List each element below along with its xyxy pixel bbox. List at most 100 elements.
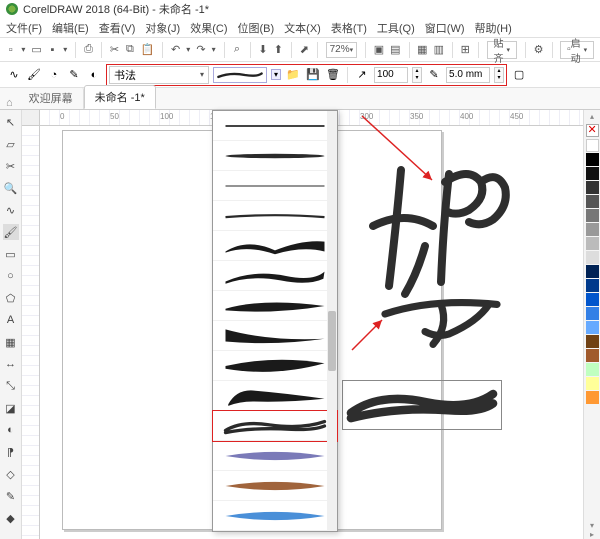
stroke-option-13[interactable]: [213, 471, 337, 501]
color-swatch-17[interactable]: [586, 377, 599, 390]
options-icon[interactable]: ⚙: [534, 42, 544, 58]
home-icon[interactable]: ⌂: [6, 97, 13, 109]
transparency-tool-icon[interactable]: ◐: [3, 422, 19, 438]
browse-icon[interactable]: 📁: [285, 67, 301, 83]
zoom-level-input[interactable]: 72%▾: [326, 42, 358, 58]
undo-dropdown-icon[interactable]: ▾: [186, 45, 190, 54]
delete-preset-icon[interactable]: 🗑: [325, 67, 341, 83]
canvas-area[interactable]: 0 50 100 150 200 250 300 350 400 450: [22, 110, 600, 539]
new-icon[interactable]: ▫: [6, 42, 15, 58]
color-swatch-3[interactable]: [586, 181, 599, 194]
color-swatch-10[interactable]: [586, 279, 599, 292]
ruler-origin[interactable]: [22, 110, 40, 126]
ellipse-tool-icon[interactable]: ○: [3, 268, 19, 284]
copy-icon[interactable]: ⧉: [125, 42, 134, 58]
stroke-option-2[interactable]: [213, 141, 337, 171]
shape-tool-icon[interactable]: ▱: [3, 136, 19, 152]
color-swatch-1[interactable]: [586, 153, 599, 166]
new-dropdown-icon[interactable]: ▾: [21, 45, 25, 54]
print-icon[interactable]: ⎙: [84, 42, 93, 58]
width-spinner[interactable]: ▴▾: [494, 67, 504, 83]
stroke-dropdown-icon[interactable]: ▾: [271, 69, 281, 80]
snap-dropdown[interactable]: 贴齐 ▾: [487, 41, 518, 59]
paste-icon[interactable]: 📋: [141, 42, 155, 58]
color-swatch-9[interactable]: [586, 265, 599, 278]
publish-icon[interactable]: ⬈: [300, 42, 309, 58]
stroke-option-5[interactable]: [213, 231, 337, 261]
palette-flyout-icon[interactable]: ▸: [590, 530, 594, 539]
launch-dropdown[interactable]: ▫ 启动 ▾: [560, 41, 594, 59]
crop-tool-icon[interactable]: ✂: [3, 158, 19, 174]
pick-tool-icon[interactable]: ↖: [3, 114, 19, 130]
save-dropdown-icon[interactable]: ▾: [63, 45, 67, 54]
color-swatch-11[interactable]: [586, 293, 599, 306]
preset-combo[interactable]: 书法 ▾: [109, 66, 209, 84]
menu-effects[interactable]: 效果(C): [190, 20, 227, 36]
zoom-tool-icon[interactable]: 🔍: [3, 180, 19, 196]
width-input[interactable]: 5.0 mm: [446, 67, 490, 83]
bounding-icon[interactable]: ▢: [511, 67, 527, 83]
stroke-option-8[interactable]: [213, 321, 337, 351]
search-icon[interactable]: ⌕: [232, 42, 241, 58]
freehand-tool-icon[interactable]: ∿: [3, 202, 19, 218]
color-swatch-12[interactable]: [586, 307, 599, 320]
pressure-icon[interactable]: ◐: [86, 67, 102, 83]
color-swatch-14[interactable]: [586, 335, 599, 348]
spray-icon[interactable]: ◔: [46, 67, 62, 83]
stroke-preview-combo[interactable]: [213, 67, 267, 83]
import-icon[interactable]: ⬇: [258, 42, 267, 58]
align-icon[interactable]: ⊞: [461, 42, 470, 58]
export-icon[interactable]: ⬆: [274, 42, 283, 58]
guides-icon[interactable]: ▥: [434, 42, 444, 58]
save-icon[interactable]: ▪: [48, 42, 57, 58]
menu-help[interactable]: 帮助(H): [475, 20, 512, 36]
tab-welcome[interactable]: 欢迎屏幕: [19, 87, 84, 109]
tab-document[interactable]: 未命名 -1*: [84, 85, 156, 109]
outline-tool-icon[interactable]: ✎: [3, 488, 19, 504]
stroke-option-1[interactable]: [213, 111, 337, 141]
menu-text[interactable]: 文本(X): [284, 20, 321, 36]
redo-dropdown-icon[interactable]: ▾: [212, 45, 216, 54]
brush-icon[interactable]: 🖌: [26, 67, 42, 83]
swatch-none[interactable]: ✕: [586, 124, 599, 137]
eyedropper-tool-icon[interactable]: ⁋: [3, 444, 19, 460]
stroke-option-7[interactable]: [213, 291, 337, 321]
color-swatch-4[interactable]: [586, 195, 599, 208]
palette-up-icon[interactable]: ▴: [590, 112, 594, 121]
stroke-option-14[interactable]: [213, 501, 337, 531]
fill-tool-icon[interactable]: ◇: [3, 466, 19, 482]
color-swatch-15[interactable]: [586, 349, 599, 362]
menu-window[interactable]: 窗口(W): [425, 20, 465, 36]
stroke-option-6[interactable]: [213, 261, 337, 291]
connector-tool-icon[interactable]: ⤡: [3, 378, 19, 394]
vertical-ruler[interactable]: [22, 126, 40, 539]
dropshadow-tool-icon[interactable]: ◪: [3, 400, 19, 416]
paint-tool-icon[interactable]: ◆: [3, 510, 19, 526]
redo-icon[interactable]: ↷: [196, 42, 205, 58]
menu-edit[interactable]: 编辑(E): [52, 20, 89, 36]
grid-icon[interactable]: ▦: [417, 42, 427, 58]
fullscreen-icon[interactable]: ▣: [374, 42, 384, 58]
color-swatch-18[interactable]: [586, 391, 599, 404]
artistic-media-tool-icon[interactable]: 🖌: [3, 224, 19, 240]
table-tool-icon[interactable]: ▦: [3, 334, 19, 350]
stroke-option-4[interactable]: [213, 201, 337, 231]
stroke-option-3[interactable]: [213, 171, 337, 201]
undo-icon[interactable]: ↶: [171, 42, 180, 58]
menu-table[interactable]: 表格(T): [331, 20, 367, 36]
dropdown-scrollbar[interactable]: [327, 111, 337, 531]
menubar[interactable]: 文件(F) 编辑(E) 查看(V) 对象(J) 效果(C) 位图(B) 文本(X…: [0, 18, 600, 38]
cut-icon[interactable]: ✂: [110, 42, 119, 58]
open-icon[interactable]: ▭: [31, 42, 41, 58]
menu-view[interactable]: 查看(V): [99, 20, 136, 36]
palette-down-icon[interactable]: ▾: [590, 521, 594, 530]
menu-object[interactable]: 对象(J): [145, 20, 180, 36]
color-swatch-0[interactable]: [586, 139, 599, 152]
color-swatch-13[interactable]: [586, 321, 599, 334]
stroke-option-9[interactable]: [213, 351, 337, 381]
color-swatch-6[interactable]: [586, 223, 599, 236]
calligraphic-icon[interactable]: ✎: [66, 67, 82, 83]
save-preset-icon[interactable]: 💾: [305, 67, 321, 83]
smoothing-input[interactable]: 100: [374, 67, 408, 83]
preset-icon[interactable]: ∿: [6, 67, 22, 83]
